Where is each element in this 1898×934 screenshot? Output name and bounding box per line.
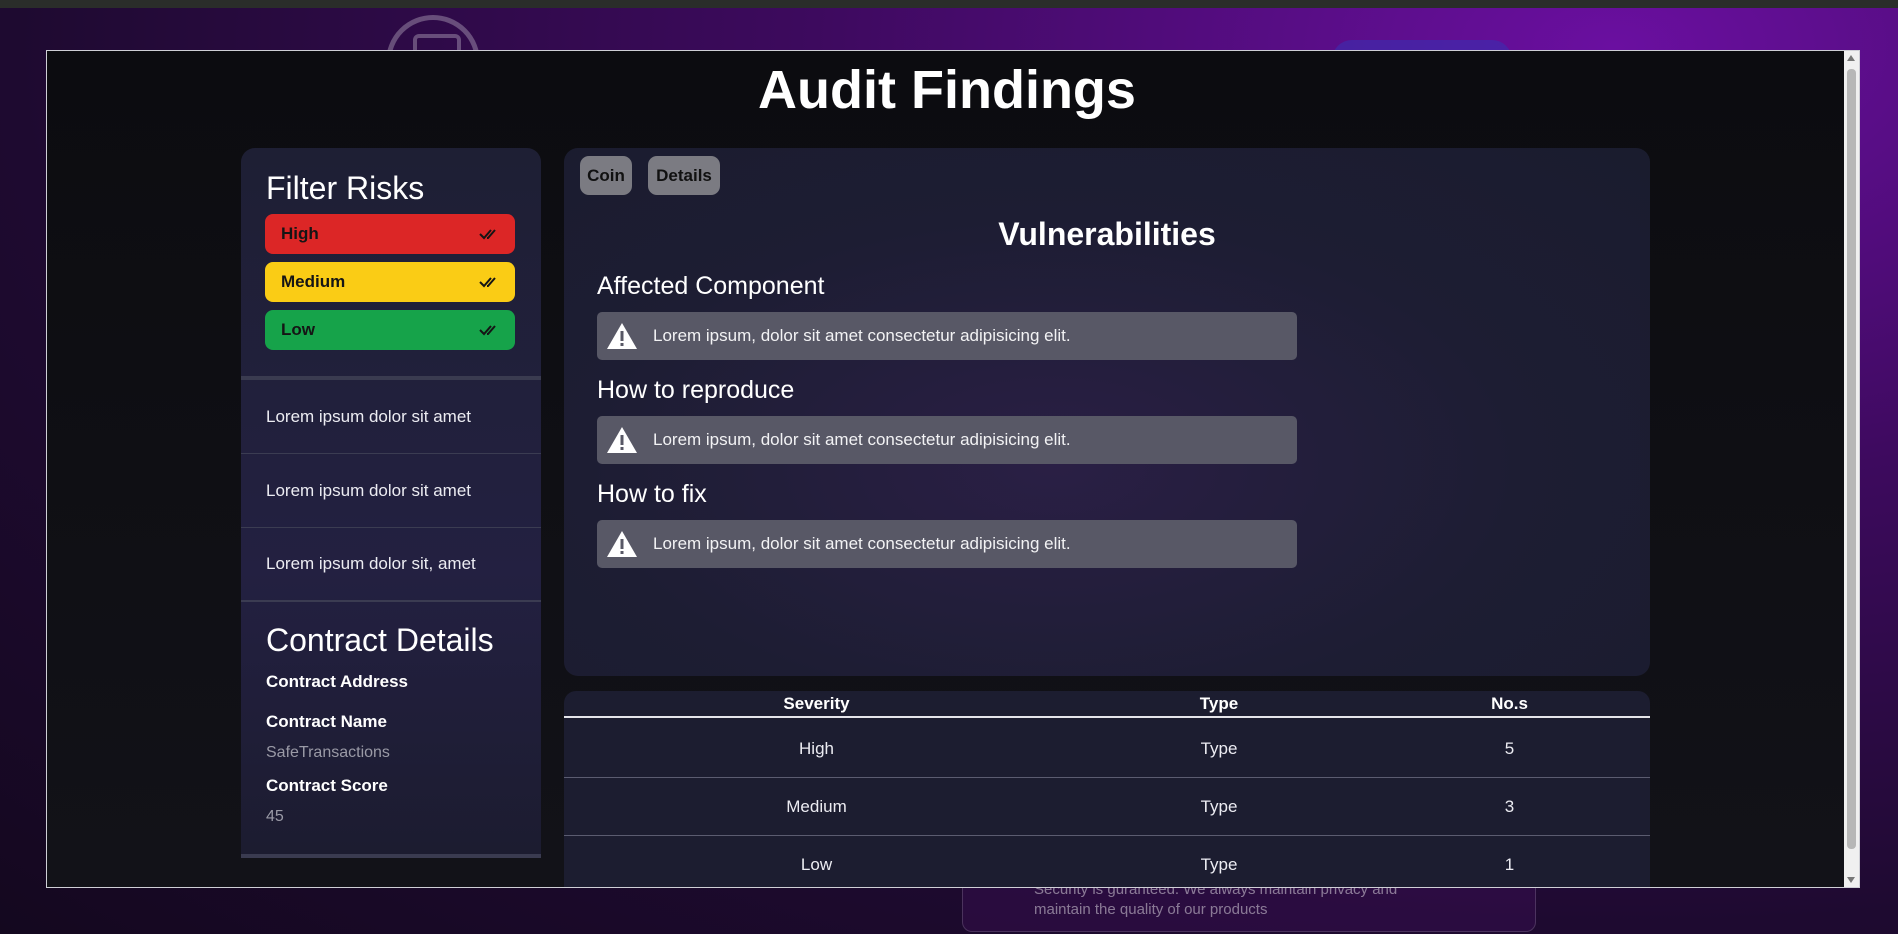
severity-cell: Medium (786, 797, 847, 816)
vulnerabilities-title: Vulnerabilities (998, 216, 1216, 252)
count-cell: 3 (1504, 797, 1515, 816)
scroll-up-arrow-icon[interactable] (1847, 55, 1855, 61)
scrollbar-thumb[interactable] (1847, 69, 1856, 849)
sidebar: Filter Risks High Medium Low Lorem ipsum… (241, 148, 541, 858)
filter-medium-button[interactable]: Medium (265, 262, 515, 302)
double-check-icon (479, 276, 499, 288)
affected-component-alert: Lorem ipsum, dolor sit amet consectetur … (597, 312, 1297, 360)
filter-label: Medium (281, 272, 346, 291)
filter-risks-heading: Filter Risks (266, 170, 425, 206)
header-type: Type (1199, 694, 1239, 713)
contract-name-value: SafeTransactions (266, 744, 390, 761)
tab-coin[interactable]: Coin (580, 156, 632, 195)
tab-details[interactable]: Details (648, 156, 720, 195)
audit-findings-modal: Audit Findings Filter Risks High Medium … (46, 50, 1860, 888)
how-to-reproduce-heading: How to reproduce (597, 376, 795, 404)
count-cell: 5 (1504, 739, 1515, 758)
table-row: Medium Type 3 (564, 778, 1650, 836)
affected-component-heading: Affected Component (597, 272, 825, 300)
contract-name-label: Contract Name (266, 712, 387, 731)
filter-high-button[interactable]: High (265, 214, 515, 254)
filter-low-button[interactable]: Low (265, 310, 515, 350)
warning-icon (607, 531, 637, 557)
filter-label: Low (281, 320, 315, 339)
modal-scrollbar[interactable] (1844, 51, 1859, 887)
type-cell: Type (1200, 797, 1238, 816)
scroll-down-arrow-icon[interactable] (1847, 877, 1855, 883)
contract-score-value: 45 (266, 808, 284, 825)
how-to-fix-alert: Lorem ipsum, dolor sit amet consectetur … (597, 520, 1297, 568)
severity-table: Severity Type No.s High Type 5 Medium Ty… (564, 691, 1650, 887)
double-check-icon (479, 228, 499, 240)
type-cell: Type (1200, 855, 1238, 874)
warning-icon (607, 427, 637, 453)
severity-cell: Low (800, 855, 833, 874)
count-cell: 1 (1504, 855, 1515, 874)
alert-text: Lorem ipsum, dolor sit amet consectetur … (653, 534, 1071, 553)
alert-text: Lorem ipsum, dolor sit amet consectetur … (653, 326, 1071, 345)
type-cell: Type (1200, 739, 1238, 758)
header-severity: Severity (783, 694, 850, 713)
sidebar-item[interactable]: Lorem ipsum dolor sit amet (241, 454, 541, 528)
double-check-icon (479, 324, 499, 336)
contract-score-label: Contract Score (266, 776, 388, 795)
contract-details-heading: Contract Details (266, 622, 494, 658)
table-row: High Type 5 (564, 720, 1650, 778)
browser-top-strip (0, 0, 1898, 8)
vulnerabilities-panel: Coin Details Vulnerabilities Affected Co… (564, 148, 1650, 676)
severity-cell: High (799, 739, 834, 758)
warning-icon (607, 323, 637, 349)
sidebar-item[interactable]: Lorem ipsum dolor sit, amet (241, 528, 541, 602)
table-row: Low Type 1 (564, 836, 1650, 887)
modal-title: Audit Findings (758, 60, 1136, 120)
alert-text: Lorem ipsum, dolor sit amet consectetur … (653, 430, 1071, 449)
filter-label: High (281, 224, 319, 243)
how-to-fix-heading: How to fix (597, 480, 707, 508)
how-to-reproduce-alert: Lorem ipsum, dolor sit amet consectetur … (597, 416, 1297, 464)
header-count: No.s (1491, 694, 1528, 713)
table-header: Severity Type No.s (564, 691, 1650, 718)
contract-address-label: Contract Address (266, 672, 409, 691)
sidebar-item[interactable]: Lorem ipsum dolor sit amet (241, 380, 541, 454)
